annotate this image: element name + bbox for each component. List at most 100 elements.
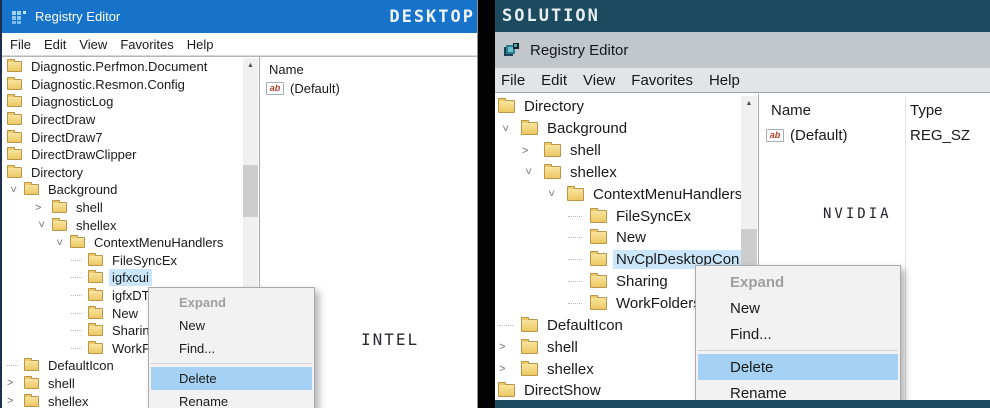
menu-help[interactable]: Help <box>187 37 214 52</box>
value-type: REG_SZ <box>910 127 970 144</box>
value-row[interactable]: ab(Default) <box>266 81 477 96</box>
tree-item[interactable]: Directory <box>496 96 741 118</box>
menu-favorites[interactable]: Favorites <box>631 72 693 89</box>
folder-icon <box>7 132 22 143</box>
chevron-down-icon[interactable]: > <box>545 190 557 212</box>
folder-icon <box>88 255 103 266</box>
tree-item[interactable]: Directory <box>4 164 243 182</box>
tree-item[interactable]: >Background <box>4 181 243 199</box>
tree-connector <box>71 330 82 331</box>
tree-connector <box>71 295 82 296</box>
right-menubar: File Edit View Favorites Help <box>495 68 990 93</box>
tree-item-label: shell <box>73 199 106 216</box>
tree-item[interactable]: FileSyncEx <box>496 205 741 227</box>
tree-item-label: shell <box>45 375 78 392</box>
menu-help[interactable]: Help <box>709 72 740 89</box>
tree-item[interactable]: > shell <box>496 140 741 162</box>
tree-item-label: DefaultIcon <box>45 357 117 374</box>
folder-icon <box>544 166 561 179</box>
tree-item-label: DirectShow <box>521 381 604 400</box>
regedit-app-icon <box>11 9 27 25</box>
folder-icon <box>521 319 538 332</box>
tree-item-label: Diagnostic.Resmon.Config <box>28 76 188 93</box>
folder-icon <box>88 325 103 336</box>
tree-item[interactable]: Diagnostic.Resmon.Config <box>4 76 243 94</box>
chevron-right-icon[interactable]: > <box>35 202 52 214</box>
column-header-name[interactable]: Name <box>269 62 304 77</box>
tree-item-label: Directory <box>521 97 587 116</box>
value-row[interactable]: ab(Default)REG_SZ <box>766 127 990 144</box>
folder-icon <box>544 144 561 157</box>
tree-item[interactable]: DirectDraw <box>4 111 243 129</box>
tree-item-label: WorkFolders <box>613 294 704 313</box>
divider-bar <box>478 0 495 408</box>
tree-item-label: shellex <box>567 163 620 182</box>
tree-item-label: DiagnosticLog <box>28 93 116 110</box>
context-menu-item-delete[interactable]: Delete <box>698 354 898 380</box>
tree-item[interactable]: DirectDraw7 <box>4 128 243 146</box>
scroll-up-icon[interactable]: ▲ <box>243 58 258 73</box>
chevron-down-icon[interactable]: > <box>53 239 65 256</box>
chevron-right-icon[interactable]: > <box>7 395 24 407</box>
context-menu-item-new[interactable]: New <box>696 295 900 321</box>
tree-connector <box>568 237 582 238</box>
menu-edit[interactable]: Edit <box>541 72 567 89</box>
tree-item[interactable]: >Background <box>496 118 741 140</box>
context-menu-item-expand[interactable]: Expand <box>696 269 900 295</box>
chevron-down-icon[interactable]: > <box>522 168 534 190</box>
scroll-up-icon[interactable]: ▲ <box>741 96 757 111</box>
tree-item-label: Background <box>544 119 630 138</box>
dual-regedit-screenshot: Registry Editor DESKTOP File Edit View Favo… <box>0 0 990 408</box>
right-values-list: ab(Default)REG_SZ <box>760 127 990 144</box>
menu-file[interactable]: File <box>10 37 31 52</box>
folder-icon <box>590 210 607 223</box>
tree-item[interactable]: Diagnostic.Perfmon.Document <box>4 58 243 76</box>
scrollbar-thumb[interactable] <box>243 165 258 217</box>
right-titlebar: Registry Editor <box>495 32 990 68</box>
tree-item[interactable]: DiagnosticLog <box>4 93 243 111</box>
tree-item[interactable]: >shellex <box>4 216 243 234</box>
chevron-down-icon[interactable]: > <box>499 125 511 147</box>
tree-item[interactable]: DirectDrawClipper <box>4 146 243 164</box>
menu-favorites[interactable]: Favorites <box>120 37 173 52</box>
chevron-down-icon[interactable]: > <box>35 221 47 238</box>
menu-view[interactable]: View <box>79 37 107 52</box>
tree-connector <box>71 348 82 349</box>
folder-icon <box>590 297 607 310</box>
context-menu-item-new[interactable]: New <box>149 314 314 337</box>
solution-watermark: SOLUTION <box>502 6 600 26</box>
column-header-type[interactable]: Type <box>910 102 943 119</box>
tree-item-label: Directory <box>28 164 86 181</box>
context-menu-item-delete[interactable]: Delete <box>151 367 312 390</box>
tree-item[interactable]: FileSyncEx <box>4 252 243 270</box>
context-menu-item-expand[interactable]: Expand <box>149 291 314 314</box>
folder-icon <box>70 237 85 248</box>
right-context-menu: ExpandNewFind...DeleteRename <box>695 265 901 408</box>
tree-item[interactable]: > shell <box>4 199 243 217</box>
folder-icon <box>521 363 538 376</box>
menu-edit[interactable]: Edit <box>44 37 66 52</box>
folder-icon <box>590 253 607 266</box>
desktop-watermark: DESKTOP <box>389 7 475 27</box>
tree-item-label: shell <box>567 141 604 160</box>
tree-connector <box>568 281 582 282</box>
context-menu-item-find[interactable]: Find... <box>149 337 314 360</box>
menu-file[interactable]: File <box>501 72 525 89</box>
chevron-right-icon[interactable]: > <box>7 377 24 389</box>
chevron-right-icon[interactable]: > <box>499 363 521 375</box>
tree-item[interactable]: >shellex <box>496 162 741 184</box>
folder-icon <box>521 122 538 135</box>
menu-view[interactable]: View <box>583 72 615 89</box>
tree-item[interactable]: igfxcui <box>4 269 243 287</box>
chevron-right-icon[interactable]: > <box>499 341 521 353</box>
chevron-down-icon[interactable]: > <box>7 186 19 203</box>
menu-separator <box>698 350 898 351</box>
context-menu-item-find[interactable]: Find... <box>696 321 900 347</box>
column-header-name[interactable]: Name <box>771 102 811 119</box>
folder-icon <box>88 290 103 301</box>
tree-item-label: Diagnostic.Perfmon.Document <box>28 58 210 75</box>
menu-separator <box>151 363 312 364</box>
context-menu-item-rename[interactable]: Rename <box>149 390 314 408</box>
tree-item[interactable]: New <box>496 227 741 249</box>
chevron-right-icon[interactable]: > <box>522 145 544 157</box>
